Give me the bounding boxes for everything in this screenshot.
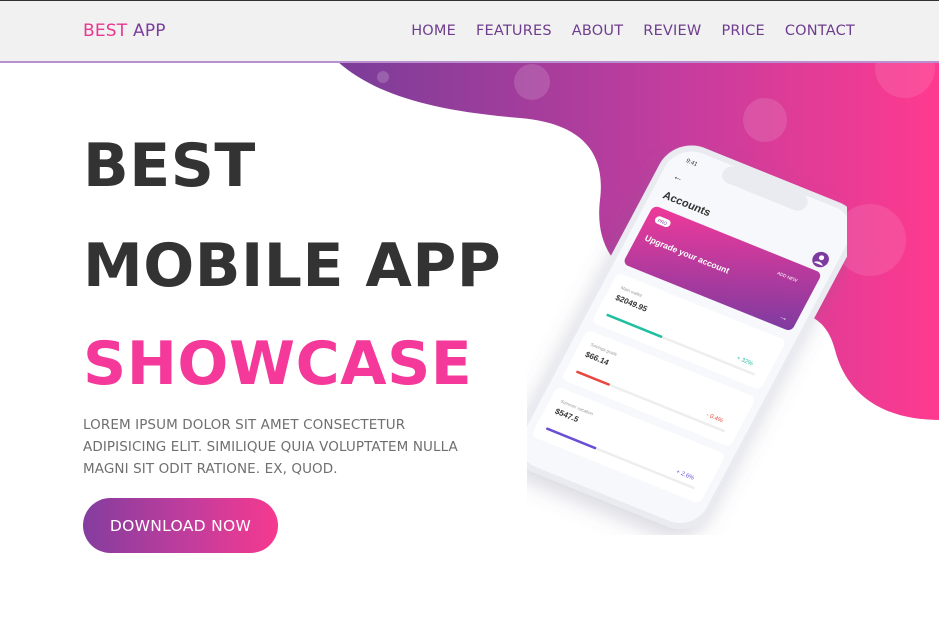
hero-description: LOREM IPSUM DOLOR SIT AMET CONSECTETUR A… (83, 417, 458, 477)
phone-illustration: 9:41 ← Accounts PRO Upgrade your account… (513, 145, 858, 530)
nav-link-review[interactable]: REVIEW (643, 23, 701, 39)
nav-link-price[interactable]: PRICE (721, 23, 764, 39)
nav-menu: HOME FEATURES ABOUT REVIEW PRICE CONTACT (411, 23, 855, 39)
phone-mockup: 9:41 ← Accounts PRO Upgrade your account… (513, 145, 858, 539)
brand-logo[interactable]: BEST APP (83, 21, 166, 41)
hero-title-line3: SHOWCASE (83, 329, 473, 399)
hero-title-line2: MOBILE APP (83, 231, 502, 301)
brand-part1: BEST (83, 21, 128, 41)
nav-link-about[interactable]: ABOUT (572, 23, 624, 39)
nav-link-contact[interactable]: CONTACT (785, 23, 855, 39)
nav-link-home[interactable]: HOME (411, 23, 456, 39)
hero-title-line1: BEST (83, 131, 256, 201)
nav-link-features[interactable]: FEATURES (476, 23, 552, 39)
navbar: BEST APP HOME FEATURES ABOUT REVIEW PRIC… (0, 0, 939, 63)
brand-part2: APP (133, 21, 166, 41)
download-now-button[interactable]: DOWNLOAD NOW (83, 498, 278, 553)
